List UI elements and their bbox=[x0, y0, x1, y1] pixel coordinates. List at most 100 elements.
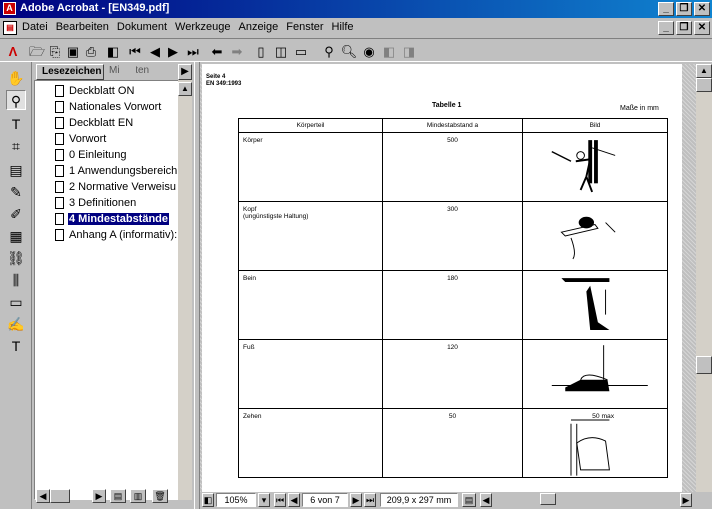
toolbar: Ʌ 🗁 ⎘ ▣ ⎙ ◧ ⏮ ◀ ▶ ⏭ ⬅ ➡ ▯ ◫ ▭ ⚲ 🔍︎ ◉ ◧ ◨ bbox=[0, 38, 712, 62]
print-icon[interactable]: ⎙ bbox=[82, 42, 100, 60]
menu-werkzeuge[interactable]: Werkzeuge bbox=[175, 21, 230, 33]
find-icon[interactable]: ⚲ bbox=[320, 42, 338, 60]
acrobat-logo-icon[interactable]: Ʌ bbox=[4, 42, 22, 60]
body-clearance-illustration bbox=[551, 140, 616, 193]
bookmark-pane-bottom-bar: ◀ ▶ ▤ ▥ 🗑 bbox=[34, 488, 194, 504]
touchup-text-tool-icon[interactable]: T bbox=[6, 336, 26, 356]
bookmark-item[interactable]: Anhang A (informativ): bbox=[55, 227, 178, 243]
page-icon bbox=[55, 149, 64, 161]
note-tool-icon[interactable]: ▤ bbox=[6, 160, 26, 180]
fit-width-icon[interactable]: ▭ bbox=[292, 42, 310, 60]
document-icon[interactable]: ⎘ bbox=[46, 42, 64, 60]
pencil-tool-icon[interactable]: ✎ bbox=[6, 182, 26, 202]
scroll-up-arrow[interactable]: ▲ bbox=[696, 64, 712, 78]
text-select-tool-icon[interactable]: T bbox=[6, 114, 26, 134]
menu-dokument[interactable]: Dokument bbox=[117, 21, 167, 33]
bookmark-item-selected[interactable]: 4 Mindestabstände bbox=[55, 211, 170, 227]
page-size-icon[interactable]: ▤ bbox=[462, 493, 476, 507]
tab-bookmarks[interactable]: Lesezeichen bbox=[36, 64, 104, 80]
page-layout-icon[interactable]: ◧ bbox=[202, 493, 214, 507]
crop-tool-icon[interactable]: ⌗ bbox=[6, 136, 26, 156]
bookmark-item[interactable]: Deckblatt ON bbox=[55, 83, 135, 99]
page-icon bbox=[55, 85, 64, 97]
horizontal-scroll-thumb[interactable] bbox=[50, 489, 70, 503]
document-vertical-scrollbar[interactable]: ▲ bbox=[696, 64, 712, 492]
bookmark-item[interactable]: 2 Normative Verweisu bbox=[55, 179, 177, 195]
previous-page-icon[interactable]: ◀ bbox=[146, 42, 164, 60]
link-tool-icon[interactable]: ⛓ bbox=[6, 248, 26, 268]
bookmark-item[interactable]: Deckblatt EN bbox=[55, 115, 134, 131]
previous-highlight-icon[interactable]: ◧ bbox=[380, 42, 398, 60]
movie-tool-icon[interactable]: ▦ bbox=[6, 226, 26, 246]
web-capture-icon[interactable]: ◉ bbox=[360, 42, 378, 60]
open-icon[interactable]: 🗁 bbox=[28, 42, 46, 60]
menu-hilfe[interactable]: Hilfe bbox=[332, 21, 354, 33]
menu-bearbeiten[interactable]: Bearbeiten bbox=[56, 21, 109, 33]
save-icon[interactable]: ▣ bbox=[64, 42, 82, 60]
scroll-right-arrow[interactable]: ▶ bbox=[92, 489, 106, 503]
last-page-icon[interactable]: ⏭ bbox=[184, 42, 202, 60]
show-navigation-pane-icon[interactable]: ◧ bbox=[104, 42, 122, 60]
doc-close-button[interactable]: ✕ bbox=[694, 21, 710, 35]
horizontal-scroll-thumb[interactable] bbox=[540, 493, 556, 505]
bookmark-item[interactable]: Nationales Vorwort bbox=[55, 99, 162, 115]
doc-minimize-button[interactable]: _ bbox=[658, 21, 674, 35]
scroll-top-thumb[interactable] bbox=[696, 78, 712, 92]
body-part-cell: Bein bbox=[238, 270, 383, 340]
search-icon[interactable]: 🔍︎ bbox=[340, 42, 358, 60]
status-bar: ◧ 105% ▾ ⏮ ◀ 6 von 7 ▶ ⏭ 209,9 x 297 mm … bbox=[200, 492, 712, 509]
table-row: Bein 180 bbox=[238, 270, 668, 340]
document-menu-icon[interactable]: ▤ bbox=[3, 21, 17, 35]
next-page-icon[interactable]: ▶ bbox=[164, 42, 182, 60]
title-bar: A Adobe Acrobat - [EN349.pdf] _ ❐ ✕ bbox=[0, 0, 712, 18]
scroll-left-arrow[interactable]: ◀ bbox=[480, 493, 492, 507]
fit-page-icon[interactable]: ◫ bbox=[272, 42, 290, 60]
document-view[interactable]: Seite 4 EN 349:1993 Tabelle 1 Maße in mm… bbox=[200, 64, 696, 492]
menu-anzeige[interactable]: Anzeige bbox=[238, 21, 278, 33]
menu-fenster[interactable]: Fenster bbox=[286, 21, 323, 33]
last-page-icon[interactable]: ⏭ bbox=[364, 493, 376, 507]
form-tool-icon[interactable]: ▭ bbox=[6, 292, 26, 312]
minimize-button[interactable]: _ bbox=[658, 2, 674, 16]
next-page-icon[interactable]: ▶ bbox=[350, 493, 362, 507]
bookmark-item[interactable]: 0 Einleitung bbox=[55, 147, 128, 163]
delete-bookmark-icon[interactable]: 🗑 bbox=[152, 489, 168, 503]
highlight-tool-icon[interactable]: ✐ bbox=[6, 204, 26, 224]
go-back-icon[interactable]: ⬅ bbox=[208, 42, 226, 60]
close-button[interactable]: ✕ bbox=[694, 2, 710, 16]
new-bookmark-icon[interactable]: ▤ bbox=[110, 489, 126, 503]
actual-size-icon[interactable]: ▯ bbox=[252, 42, 270, 60]
bookmark-vertical-scrollbar[interactable]: ▲ bbox=[178, 80, 192, 500]
page-number-field[interactable]: 6 von 7 bbox=[302, 493, 348, 507]
expand-bookmark-icon[interactable]: ▥ bbox=[130, 489, 146, 503]
body-part-cell: Kopf (ungünstigste Haltung) bbox=[238, 201, 383, 271]
first-page-icon[interactable]: ⏮ bbox=[126, 42, 144, 60]
distance-cell: 300 bbox=[382, 201, 523, 271]
leg-clearance-illustration bbox=[561, 278, 610, 330]
article-tool-icon[interactable]: ⫼ bbox=[6, 270, 26, 290]
hand-tool-icon[interactable]: ✋ bbox=[6, 68, 26, 88]
bookmark-item[interactable]: 3 Definitionen bbox=[55, 195, 137, 211]
scroll-right-arrow[interactable]: ▶ bbox=[680, 493, 692, 507]
vertical-scroll-thumb[interactable] bbox=[696, 356, 712, 374]
pane-menu-button[interactable]: ▶ bbox=[178, 64, 192, 80]
previous-page-icon[interactable]: ◀ bbox=[288, 493, 300, 507]
zoom-field[interactable]: 105% bbox=[216, 493, 256, 507]
doc-restore-button[interactable]: ❐ bbox=[676, 21, 692, 35]
page-icon bbox=[55, 133, 64, 145]
next-highlight-icon[interactable]: ◨ bbox=[400, 42, 418, 60]
head-illustration bbox=[522, 201, 668, 271]
scroll-left-arrow[interactable]: ◀ bbox=[36, 489, 50, 503]
digital-signature-tool-icon[interactable]: ✍ bbox=[6, 314, 26, 334]
bookmark-item[interactable]: 1 Anwendungsbereich bbox=[55, 163, 178, 179]
bookmark-item[interactable]: Vorwort bbox=[55, 131, 107, 147]
first-page-icon[interactable]: ⏮ bbox=[274, 493, 286, 507]
go-forward-icon[interactable]: ➡ bbox=[228, 42, 246, 60]
acrobat-app-icon[interactable]: A bbox=[3, 2, 16, 15]
restore-button[interactable]: ❐ bbox=[676, 2, 692, 16]
zoom-dropdown-icon[interactable]: ▾ bbox=[258, 493, 270, 507]
tab-thumbnails[interactable]: Mi bbox=[104, 64, 136, 80]
scroll-up-arrow[interactable]: ▲ bbox=[178, 82, 192, 96]
zoom-tool-icon[interactable]: ⚲ bbox=[6, 90, 26, 110]
menu-datei[interactable]: Datei bbox=[22, 21, 48, 33]
